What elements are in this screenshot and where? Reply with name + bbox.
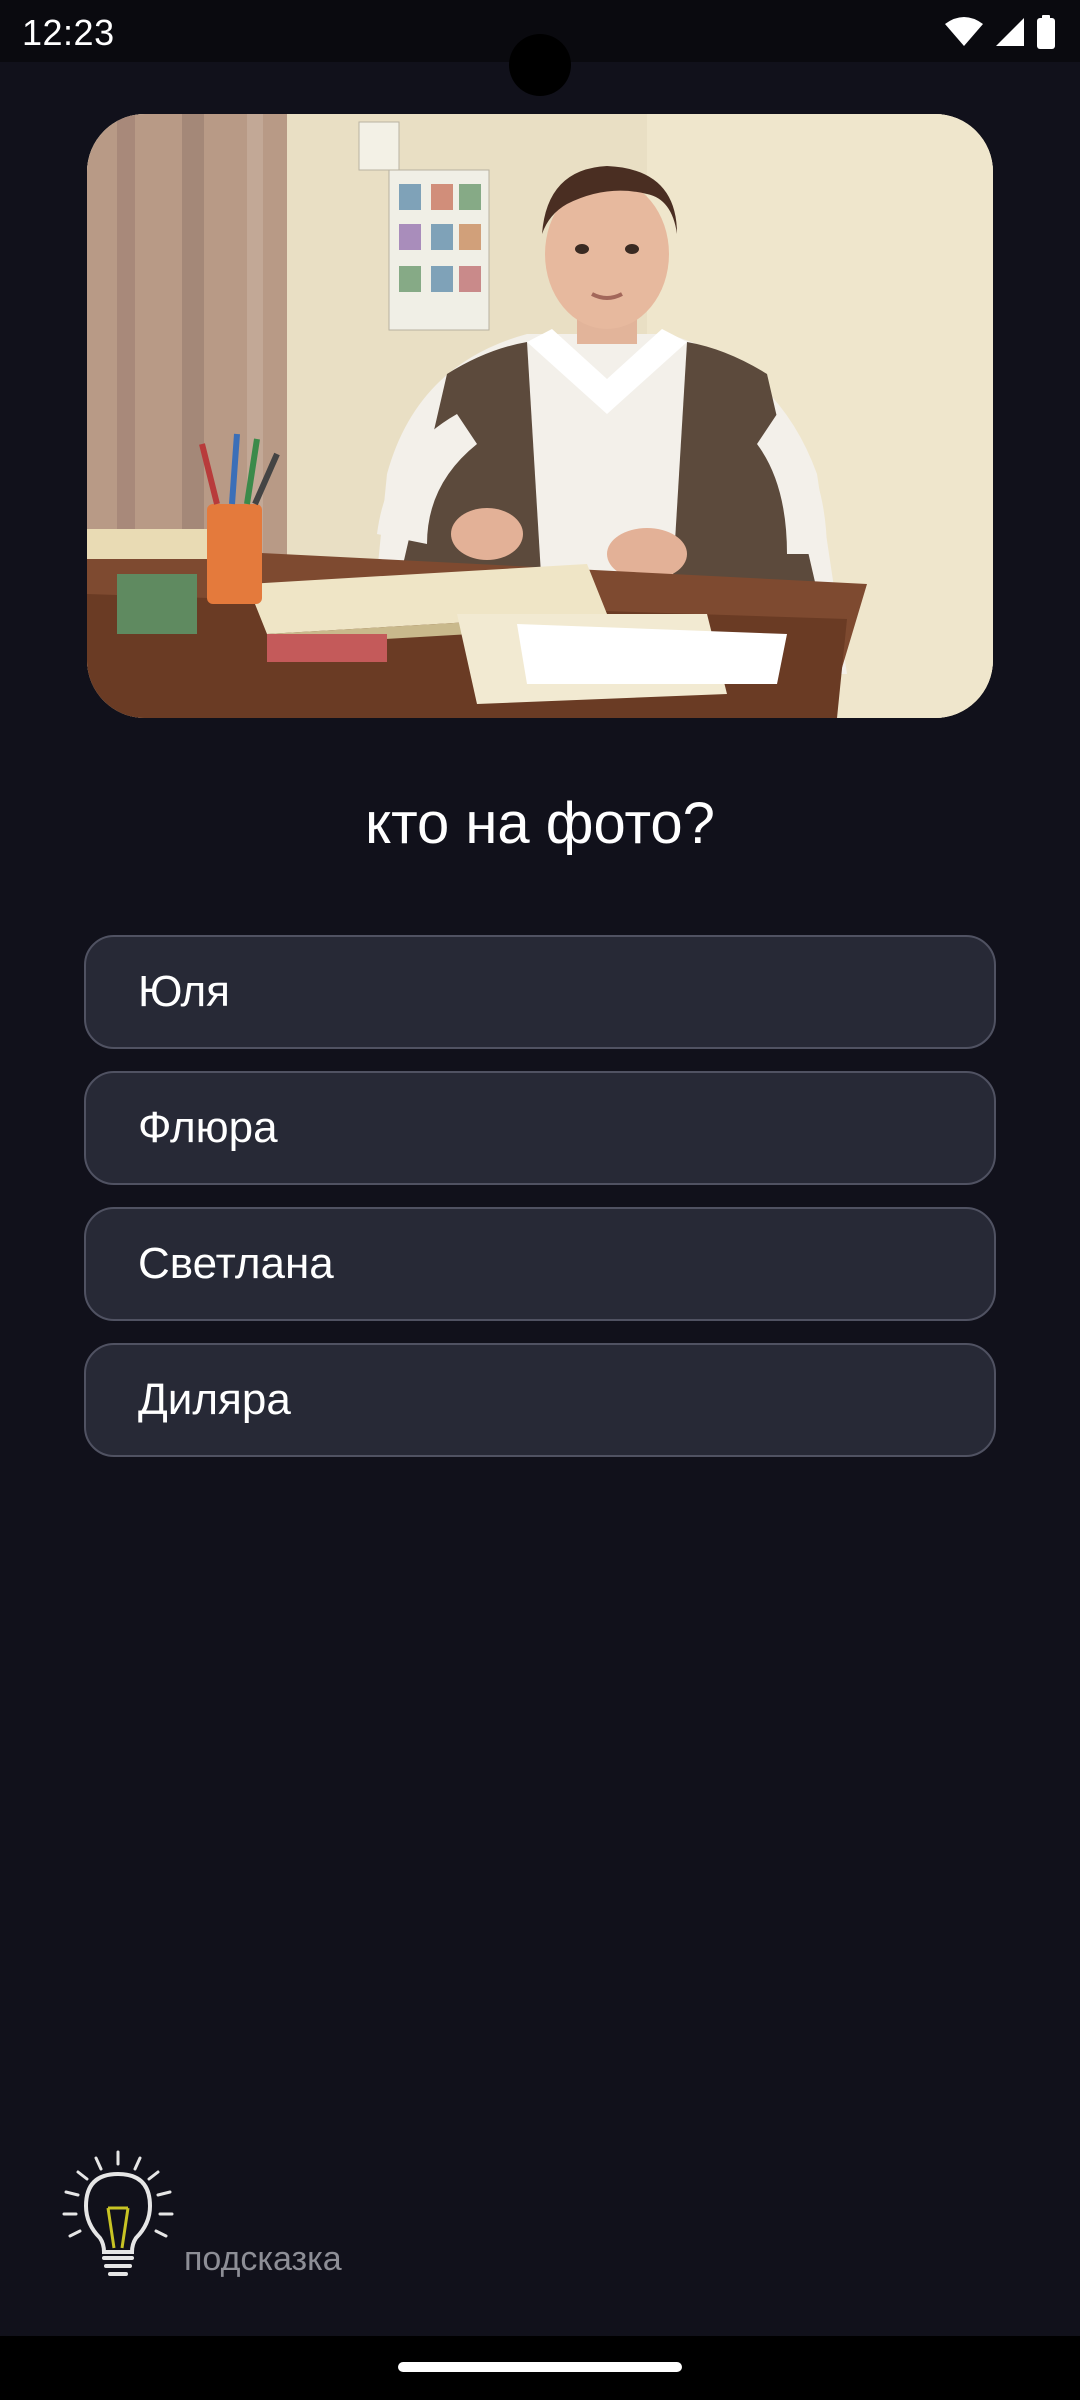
- answer-options: Юля Флюра Светлана Диляра: [84, 935, 996, 1479]
- status-icons: [944, 14, 1056, 50]
- navigation-bar: [0, 2336, 1080, 2400]
- hint-button[interactable]: подсказка: [56, 2148, 386, 2288]
- camera-cutout: [509, 34, 571, 96]
- status-time: 12:23: [22, 12, 115, 53]
- answer-option[interactable]: Диляра: [84, 1343, 996, 1457]
- answer-option[interactable]: Флюра: [84, 1071, 996, 1185]
- answer-option[interactable]: Светлана: [84, 1207, 996, 1321]
- signal-icon: [994, 16, 1026, 48]
- question-text: кто на фото?: [365, 791, 715, 856]
- wifi-icon: [944, 16, 984, 48]
- home-indicator[interactable]: [398, 2362, 682, 2372]
- quiz-screen: 12:23 кто на фото? Юля Флюра Светлана Ди…: [0, 0, 1080, 2400]
- battery-icon: [1036, 15, 1056, 49]
- lightbulb-icon: [56, 2148, 180, 2287]
- hint-label: подсказка: [184, 2240, 342, 2278]
- quiz-photo: [87, 114, 993, 718]
- answer-option[interactable]: Юля: [84, 935, 996, 1049]
